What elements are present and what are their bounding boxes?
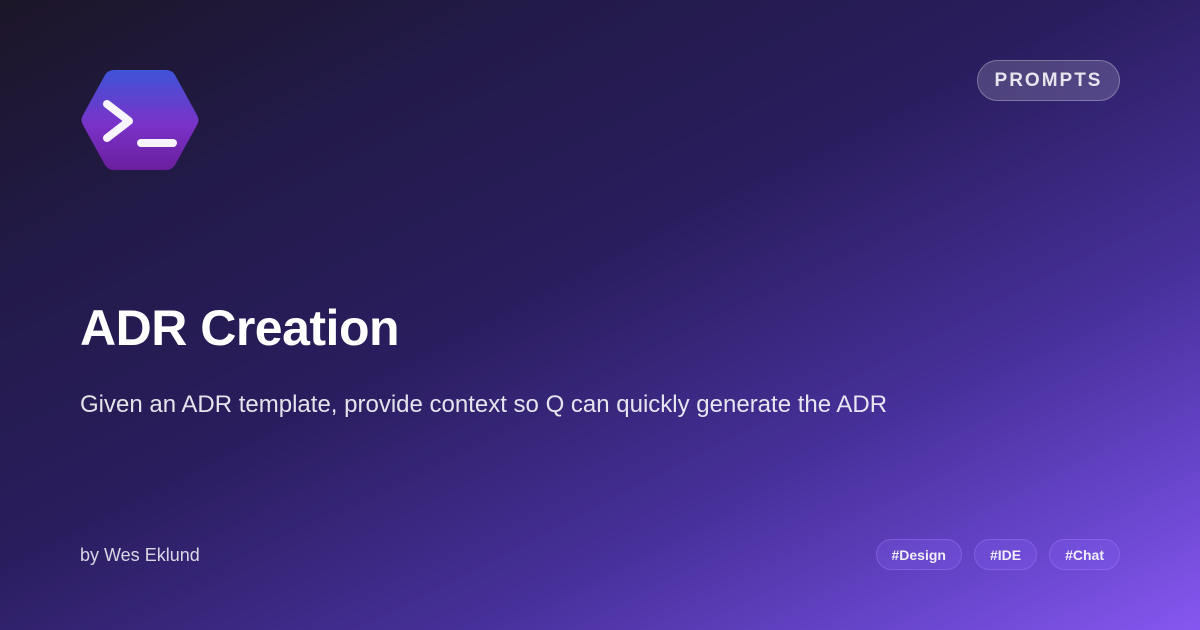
tag-chat[interactable]: #Chat [1049,539,1120,570]
prompt-description: Given an ADR template, provide context s… [80,391,888,418]
tag-design[interactable]: #Design [875,539,962,570]
page-title: ADR Creation [80,300,400,356]
prompt-card: PROMPTS ADR Creation Given an ADR templa… [0,0,1200,630]
logo [80,66,200,174]
category-badge: PROMPTS [977,60,1120,101]
tag-list: #Design #IDE #Chat [875,539,1120,570]
author-byline: by Wes Eklund [80,545,200,565]
tag-ide[interactable]: #IDE [973,539,1038,570]
terminal-prompt-icon [81,70,199,170]
